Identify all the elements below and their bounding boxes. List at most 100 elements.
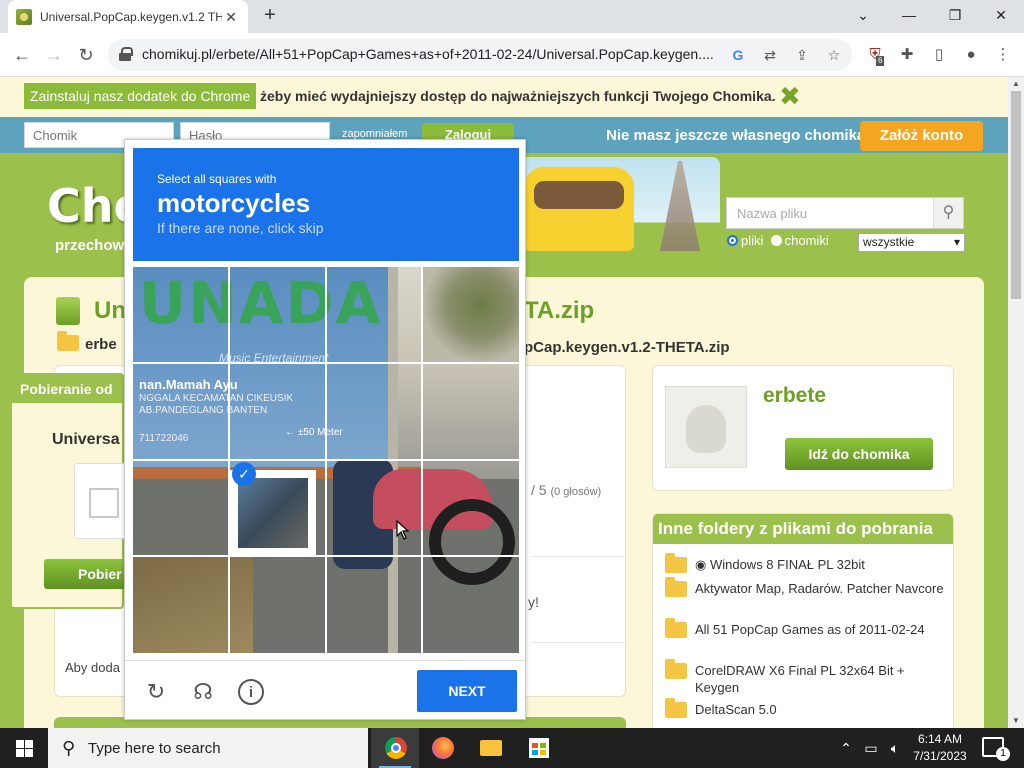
register-button[interactable]: Załóż konto bbox=[860, 121, 983, 151]
motorcycle-wheel bbox=[429, 499, 515, 585]
chrome-icon bbox=[385, 737, 407, 759]
download-file-name: Universa bbox=[52, 431, 120, 448]
search-icon[interactable]: ⚲ bbox=[933, 198, 963, 228]
bookmark-star-icon[interactable]: ☆ bbox=[824, 45, 844, 65]
taskbar-search-placeholder: Type here to search bbox=[88, 740, 221, 757]
folder-list-item[interactable]: Aktywator Map, Radarów. Patcher Navcore bbox=[665, 577, 945, 597]
scrollbar-thumb[interactable] bbox=[1011, 91, 1021, 299]
notice-text: żeby mieć wydajniejszy dostęp do najważn… bbox=[260, 88, 776, 104]
go-to-hamster-button[interactable]: Idź do chomika bbox=[785, 438, 933, 470]
file-search-box[interactable]: Nazwa pliku ⚲ bbox=[726, 197, 964, 229]
file-type-select[interactable]: wszystkie bbox=[858, 233, 965, 252]
radio-hamsters[interactable] bbox=[770, 235, 782, 246]
next-button[interactable]: NEXT bbox=[417, 670, 517, 712]
ublock-extension-icon[interactable]: ⛨ 6 bbox=[864, 44, 886, 66]
search-icon: ⚲ bbox=[62, 738, 76, 758]
site-tagline: przechowu bbox=[55, 237, 134, 254]
profile-avatar-icon[interactable]: ● bbox=[960, 44, 982, 66]
captcha-skip-hint: If there are none, click skip bbox=[157, 220, 324, 236]
audio-challenge-icon[interactable]: ☊ bbox=[189, 678, 217, 706]
help-info-icon[interactable]: i bbox=[238, 679, 264, 705]
captcha-footer: ↻ ☊ i NEXT bbox=[125, 660, 525, 720]
chrome-menu-icon[interactable]: ⋮ bbox=[992, 44, 1014, 66]
radio-files[interactable] bbox=[727, 235, 738, 246]
site-favicon-icon bbox=[16, 8, 32, 25]
divider bbox=[531, 556, 625, 557]
google-lens-icon[interactable]: G bbox=[728, 45, 748, 65]
url-text[interactable]: chomikuj.pl/erbete/All+51+PopCap+Games+a… bbox=[142, 46, 722, 62]
reload-button[interactable]: ↻ bbox=[74, 43, 98, 67]
folder-list-item[interactable]: ◉ Windows 8 FINAŁ PL 32bit bbox=[665, 553, 945, 573]
scroll-down-icon[interactable]: ▼ bbox=[1008, 714, 1024, 728]
taskbar-clock[interactable]: 6:14 AM 7/31/2023 bbox=[910, 731, 970, 765]
hamster-avatar[interactable] bbox=[665, 386, 747, 468]
translate-icon[interactable]: ⇄ bbox=[760, 45, 780, 65]
browser-tab[interactable]: Universal.PopCap.keygen.v1.2 TH ✕ bbox=[8, 0, 248, 33]
download-panel-header: Pobieranie od bbox=[12, 375, 124, 403]
taskbar-store[interactable] bbox=[515, 728, 563, 768]
download-checkbox[interactable] bbox=[74, 463, 130, 539]
scroll-up-icon[interactable]: ▲ bbox=[1008, 77, 1024, 91]
tab-close-icon[interactable]: ✕ bbox=[222, 8, 240, 26]
folder-list-item[interactable]: DeltaScan 5.0 bbox=[665, 698, 945, 718]
folder-icon bbox=[665, 577, 687, 597]
sign-address-1: NGGALA KECAMATAN CIKEUSIK bbox=[139, 393, 294, 404]
taskbar-search-box[interactable]: ⚲ Type here to search bbox=[48, 728, 368, 768]
download-button[interactable]: Pobier bbox=[44, 559, 130, 589]
taskbar-firefox[interactable] bbox=[419, 728, 467, 768]
volume-icon[interactable]: 🔈︎ bbox=[884, 728, 906, 768]
image-grass bbox=[133, 557, 253, 653]
folder-link[interactable]: Aktywator Map, Radarów. Patcher Navcore bbox=[695, 581, 944, 596]
network-icon[interactable]: ▭ bbox=[860, 728, 882, 768]
folder-link[interactable]: All 51 PopCap Games as of 2011-02-24 bbox=[695, 622, 925, 637]
folder-link[interactable]: DeltaScan 5.0 bbox=[695, 702, 777, 717]
windows-start-icon[interactable] bbox=[0, 728, 48, 768]
add-info-text: Aby doda bbox=[65, 660, 120, 675]
sign-subtitle: Music Entertainment bbox=[219, 351, 329, 365]
folder-icon bbox=[665, 698, 687, 718]
reload-challenge-icon[interactable]: ↻ bbox=[142, 678, 170, 706]
folder-list-item[interactable]: All 51 PopCap Games as of 2011-02-24 bbox=[665, 618, 945, 638]
folder-list-item[interactable]: CorelDRAW X6 Final PL 32x64 Bit + Keygen bbox=[665, 659, 945, 696]
share-icon[interactable]: ⇪ bbox=[792, 45, 812, 65]
file-title-right: TA.zip bbox=[524, 297, 595, 324]
folder-icon bbox=[665, 553, 687, 573]
folder-link[interactable]: ◉ Windows 8 FINAŁ PL 32bit bbox=[695, 557, 865, 572]
breadcrumb-user[interactable]: erbe bbox=[85, 336, 117, 353]
tab-search-icon[interactable]: ⌄ bbox=[840, 0, 886, 30]
new-tab-button[interactable]: + bbox=[259, 5, 281, 27]
rating-text: / 5 (0 głosów) bbox=[531, 482, 601, 498]
folder-icon bbox=[665, 659, 687, 679]
side-panel-icon[interactable]: ▯ bbox=[928, 44, 950, 66]
taskbar-chrome[interactable] bbox=[371, 728, 419, 768]
forward-button[interactable]: → bbox=[42, 43, 66, 67]
restore-button[interactable]: ❐ bbox=[932, 0, 978, 30]
extensions-puzzle-icon[interactable]: ✚ bbox=[896, 44, 918, 66]
folder-icon bbox=[57, 331, 79, 351]
notice-close-icon[interactable]: ✖ bbox=[779, 83, 801, 109]
promo-banner[interactable] bbox=[520, 157, 720, 275]
notification-center-icon[interactable]: 1 bbox=[982, 737, 1010, 761]
other-folders-header: Inne foldery z plikami do pobrania bbox=[653, 514, 953, 544]
sign-name: nan.Mamah Ayu bbox=[139, 377, 238, 392]
image-motorcycle bbox=[313, 429, 519, 599]
taskbar-file-explorer[interactable] bbox=[467, 728, 515, 768]
download-panel: Pobieranie od Universa Pobier bbox=[10, 373, 130, 609]
page-scrollbar[interactable]: ▲ ▼ bbox=[1008, 77, 1024, 728]
captcha-instruction-line: Select all squares with bbox=[157, 172, 277, 186]
breadcrumb-file: pCap.keygen.v1.2-THETA.zip bbox=[524, 339, 730, 356]
address-bar[interactable]: chomikuj.pl/erbete/All+51+PopCap+Games+a… bbox=[108, 39, 852, 71]
install-extension-button[interactable]: Zainstaluj nasz dodatek do Chrome bbox=[24, 83, 257, 109]
lock-icon[interactable] bbox=[119, 47, 133, 61]
back-button[interactable]: ← bbox=[10, 43, 34, 67]
breadcrumb[interactable]: erbe bbox=[57, 331, 117, 353]
minimize-button[interactable]: — bbox=[886, 0, 932, 30]
show-hidden-icons-icon[interactable]: ⌃ bbox=[838, 728, 854, 768]
close-window-button[interactable]: ✕ bbox=[978, 0, 1024, 30]
divider bbox=[531, 642, 625, 643]
captcha-instructions: Select all squares with motorcycles If t… bbox=[133, 148, 519, 261]
folder-link[interactable]: CorelDRAW X6 Final PL 32x64 Bit + Keygen bbox=[695, 663, 905, 695]
user-name[interactable]: erbete bbox=[763, 384, 826, 408]
extension-badge: 6 bbox=[876, 56, 885, 66]
search-placeholder: Nazwa pliku bbox=[737, 206, 808, 221]
